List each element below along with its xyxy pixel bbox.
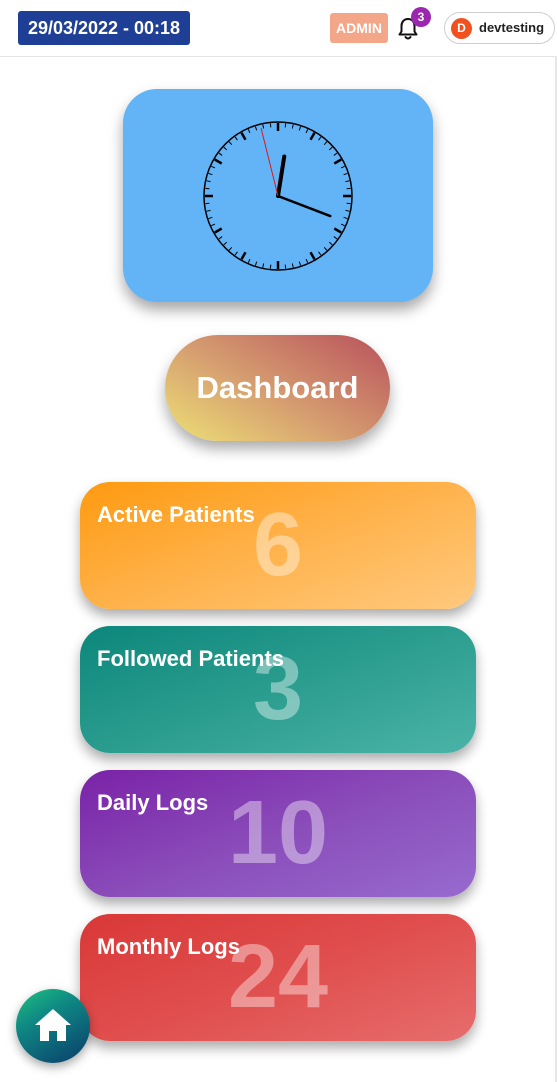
notification-count-badge: 3 <box>411 7 431 27</box>
clock-minute-tick <box>333 236 338 240</box>
home-icon <box>35 1009 71 1041</box>
monthly-logs-card[interactable]: Monthly Logs 24 <box>80 914 476 1041</box>
clock-minute-tick <box>206 180 211 183</box>
clock-minute-tick <box>262 124 265 129</box>
clock-minute-tick <box>340 165 345 169</box>
clock-hour-hand <box>276 154 287 198</box>
clock-minute-tick <box>305 258 309 263</box>
clock-minute-tick <box>223 241 228 246</box>
clock-minute-tick <box>223 146 228 151</box>
daily-logs-card[interactable]: Daily Logs 10 <box>80 770 476 897</box>
clock-card <box>123 89 433 302</box>
username: devtesting <box>479 20 545 35</box>
clock-minute-tick <box>247 258 251 263</box>
clock-minute-tick <box>318 251 322 256</box>
clock-minute-tick <box>228 141 233 146</box>
clock-hour-tick <box>214 158 223 165</box>
clock-minute-tick <box>298 261 302 266</box>
avatar: D <box>451 18 472 39</box>
clock-minute-tick <box>343 172 348 176</box>
clock-minute-tick <box>340 223 345 227</box>
clock-minute-tick <box>254 126 258 131</box>
clock-minute-tick <box>247 129 251 134</box>
clock-hour-tick <box>240 251 247 260</box>
stat-label: Followed Patients <box>97 646 285 671</box>
clock-minute-tick <box>228 246 233 251</box>
active-patients-card[interactable]: Active Patients 6 <box>80 482 476 609</box>
home-button[interactable] <box>16 989 90 1063</box>
clock-minute-tick <box>206 209 211 212</box>
top-bar: 29/03/2022 - 00:18 ADMIN 3 D devtesting <box>0 0 557 57</box>
clock-minute-tick <box>323 141 328 146</box>
clock-minute-tick <box>291 124 294 129</box>
dashboard-title: Dashboard <box>165 335 390 441</box>
clock-minute-tick <box>345 180 350 183</box>
clock-minute-tick <box>328 241 333 246</box>
clock-minute-tick <box>305 129 309 134</box>
clock-minute-tick <box>234 251 238 256</box>
user-menu[interactable]: D devtesting <box>444 12 555 44</box>
stat-label: Daily Logs <box>97 790 209 815</box>
analog-clock <box>203 121 353 271</box>
clock-minute-tick <box>343 216 348 220</box>
clock-hour-tick <box>240 132 247 141</box>
clock-hour-tick <box>333 158 342 165</box>
clock-minute-tick <box>208 216 213 220</box>
datetime-display: 29/03/2022 - 00:18 <box>18 11 190 45</box>
clock-minute-tick <box>211 223 216 227</box>
clock-hour-tick <box>309 132 316 141</box>
stat-label: Monthly Logs <box>97 934 240 959</box>
clock-minute-tick <box>345 209 350 212</box>
clock-minute-tick <box>333 152 338 156</box>
clock-hour-tick <box>333 227 342 234</box>
clock-minute-tick <box>211 165 216 169</box>
clock-second-hand <box>260 127 279 197</box>
clock-minute-tick <box>218 152 223 156</box>
clock-minute-tick <box>208 172 213 176</box>
clock-minute-tick <box>291 263 294 268</box>
role-badge: ADMIN <box>330 13 388 43</box>
clock-minute-tick <box>218 236 223 240</box>
clock-minute-tick <box>262 263 265 268</box>
followed-patients-card[interactable]: Followed Patients 3 <box>80 626 476 753</box>
clock-minute-tick <box>323 246 328 251</box>
clock-minute-hand <box>276 194 332 218</box>
clock-hour-tick <box>214 227 223 234</box>
clock-minute-tick <box>298 126 302 131</box>
clock-minute-tick <box>328 146 333 151</box>
stat-label: Active Patients <box>97 502 255 527</box>
clock-hour-tick <box>309 251 316 260</box>
clock-minute-tick <box>318 136 322 141</box>
clock-minute-tick <box>234 136 238 141</box>
clock-minute-tick <box>254 261 258 266</box>
